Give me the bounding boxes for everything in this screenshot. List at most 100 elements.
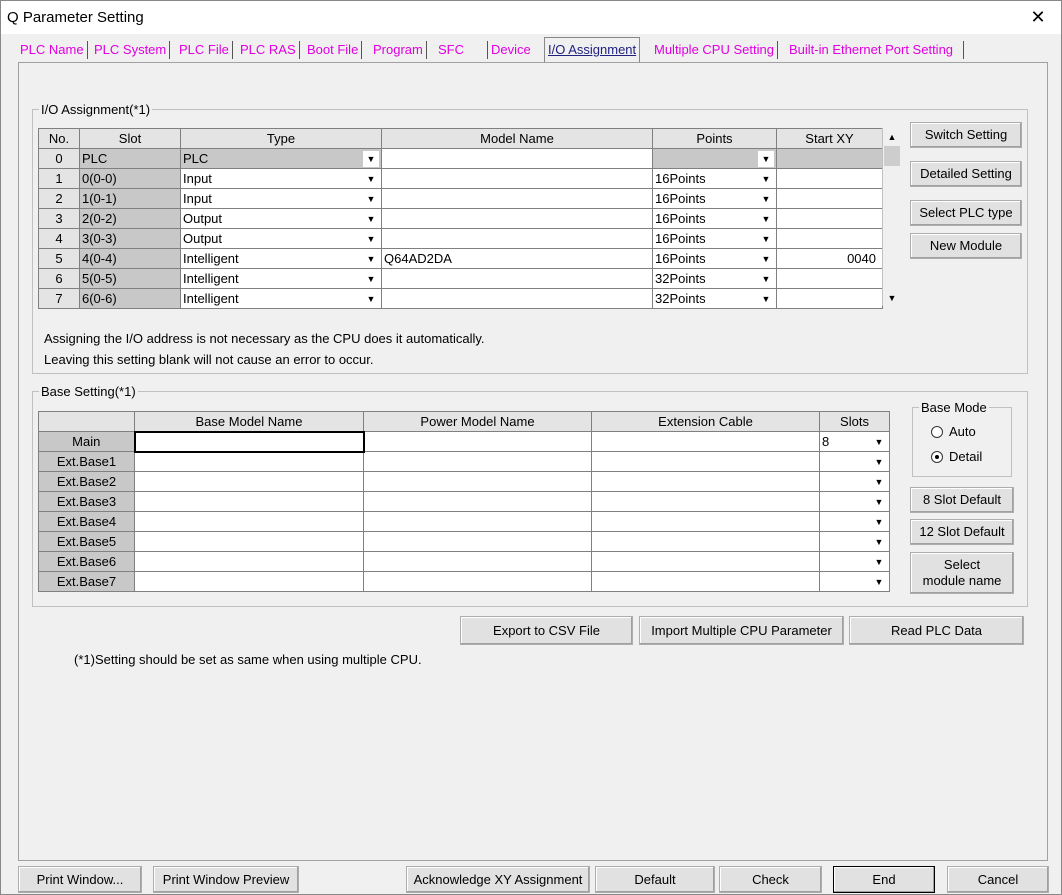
chevron-down-icon[interactable]: ▼ — [758, 291, 774, 307]
chevron-down-icon[interactable]: ▼ — [758, 231, 774, 247]
slots-select[interactable]: 8 ▼ — [819, 431, 890, 452]
chevron-down-icon[interactable]: ▼ — [871, 474, 887, 490]
import-multiple-cpu-button[interactable]: Import Multiple CPU Parameter — [639, 616, 844, 645]
start-xy-cell[interactable] — [776, 188, 883, 209]
detailed-setting-button[interactable]: Detailed Setting — [910, 161, 1022, 187]
base-model-cell[interactable] — [134, 491, 364, 512]
model-name-cell[interactable] — [381, 188, 653, 209]
switch-setting-button[interactable]: Switch Setting — [910, 122, 1022, 148]
points-select[interactable]: 16Points ▼ — [652, 208, 777, 229]
chevron-down-icon[interactable]: ▼ — [871, 494, 887, 510]
type-select[interactable]: Output ▼ — [180, 228, 382, 249]
chevron-down-icon[interactable]: ▼ — [871, 554, 887, 570]
model-name-cell[interactable] — [381, 148, 653, 169]
export-csv-button[interactable]: Export to CSV File — [460, 616, 633, 645]
chevron-down-icon[interactable]: ▼ — [363, 211, 379, 227]
extension-cable-cell[interactable] — [591, 511, 820, 532]
tab-sfc[interactable]: SFC — [435, 39, 488, 61]
tab-device[interactable]: Device — [488, 39, 534, 61]
base-model-cell[interactable] — [134, 531, 364, 552]
close-icon[interactable]: ✕ — [1030, 7, 1045, 28]
base-model-cell[interactable] — [134, 551, 364, 572]
model-name-cell[interactable]: Q64AD2DA — [381, 248, 653, 269]
model-name-cell[interactable] — [381, 288, 653, 309]
print-window-button[interactable]: Print Window... — [18, 866, 142, 893]
points-select[interactable]: ▼ — [652, 148, 777, 169]
power-model-cell[interactable] — [363, 551, 592, 572]
base-model-cell[interactable] — [134, 571, 364, 592]
read-plc-data-button[interactable]: Read PLC Data — [849, 616, 1024, 645]
check-button[interactable]: Check — [719, 866, 822, 893]
select-module-name-button[interactable]: Select module name — [910, 552, 1014, 594]
default-button[interactable]: Default — [595, 866, 715, 893]
model-name-cell[interactable] — [381, 168, 653, 189]
points-select[interactable]: 16Points ▼ — [652, 248, 777, 269]
chevron-down-icon[interactable]: ▼ — [758, 211, 774, 227]
chevron-down-icon[interactable]: ▼ — [758, 251, 774, 267]
type-select[interactable]: Input ▼ — [180, 168, 382, 189]
type-select[interactable]: Intelligent ▼ — [180, 288, 382, 309]
power-model-cell[interactable] — [363, 571, 592, 592]
io-table-scrollbar[interactable]: ▲ ▼ — [882, 128, 901, 306]
chevron-down-icon[interactable]: ▼ — [363, 151, 379, 167]
tab-multiple-cpu[interactable]: Multiple CPU Setting — [651, 39, 778, 61]
slots-select[interactable]: ▼ — [819, 531, 890, 552]
radio-selected-icon[interactable] — [931, 450, 943, 463]
start-xy-cell[interactable] — [776, 208, 883, 229]
tab-program[interactable]: Program — [370, 39, 427, 61]
chevron-down-icon[interactable]: ▼ — [871, 514, 887, 530]
type-select[interactable]: Intelligent ▼ — [180, 268, 382, 289]
slots-select[interactable]: ▼ — [819, 491, 890, 512]
start-xy-cell[interactable] — [776, 288, 883, 309]
tab-plc-system[interactable]: PLC System — [91, 39, 171, 61]
power-model-cell[interactable] — [363, 431, 592, 452]
extension-cable-cell[interactable] — [591, 551, 820, 572]
base-mode-auto-radio[interactable]: Auto — [931, 424, 976, 439]
8-slot-default-button[interactable]: 8 Slot Default — [910, 487, 1014, 513]
12-slot-default-button[interactable]: 12 Slot Default — [910, 519, 1014, 545]
points-select[interactable]: 16Points ▼ — [652, 188, 777, 209]
base-model-cell[interactable] — [133, 430, 365, 453]
power-model-cell[interactable] — [363, 451, 592, 472]
chevron-down-icon[interactable]: ▼ — [871, 454, 887, 470]
tab-io-assignment[interactable]: I/O Assignment — [544, 37, 641, 62]
tab-boot-file[interactable]: Boot File — [304, 39, 363, 61]
tab-plc-file[interactable]: PLC File — [176, 39, 233, 61]
scroll-up-icon[interactable]: ▲ — [883, 128, 901, 145]
extension-cable-cell[interactable] — [591, 571, 820, 592]
points-select[interactable]: 32Points ▼ — [652, 268, 777, 289]
model-name-cell[interactable] — [381, 208, 653, 229]
model-name-cell[interactable] — [381, 268, 653, 289]
power-model-cell[interactable] — [363, 491, 592, 512]
chevron-down-icon[interactable]: ▼ — [363, 291, 379, 307]
model-name-cell[interactable] — [381, 228, 653, 249]
base-mode-detail-radio[interactable]: Detail — [931, 449, 982, 464]
chevron-down-icon[interactable]: ▼ — [363, 251, 379, 267]
power-model-cell[interactable] — [363, 471, 592, 492]
power-model-cell[interactable] — [363, 511, 592, 532]
chevron-down-icon[interactable]: ▼ — [758, 191, 774, 207]
chevron-down-icon[interactable]: ▼ — [363, 171, 379, 187]
start-xy-cell[interactable] — [776, 228, 883, 249]
tab-plc-name[interactable]: PLC Name — [17, 39, 88, 61]
base-model-cell[interactable] — [134, 471, 364, 492]
chevron-down-icon[interactable]: ▼ — [871, 574, 887, 590]
start-xy-cell[interactable] — [776, 268, 883, 289]
scroll-thumb[interactable] — [884, 146, 900, 166]
chevron-down-icon[interactable]: ▼ — [363, 271, 379, 287]
acknowledge-xy-button[interactable]: Acknowledge XY Assignment — [406, 866, 590, 893]
type-select[interactable]: Output ▼ — [180, 208, 382, 229]
base-model-cell[interactable] — [134, 451, 364, 472]
points-select[interactable]: 16Points ▼ — [652, 228, 777, 249]
points-select[interactable]: 16Points ▼ — [652, 168, 777, 189]
select-plc-type-button[interactable]: Select PLC type — [910, 200, 1022, 226]
slots-select[interactable]: ▼ — [819, 451, 890, 472]
type-select[interactable]: Intelligent ▼ — [180, 248, 382, 269]
extension-cable-cell[interactable] — [591, 491, 820, 512]
close-button[interactable]: ✕ — [1015, 1, 1061, 34]
scroll-down-icon[interactable]: ▼ — [883, 289, 901, 306]
slots-select[interactable]: ▼ — [819, 511, 890, 532]
slots-select[interactable]: ▼ — [819, 471, 890, 492]
points-select[interactable]: 32Points ▼ — [652, 288, 777, 309]
type-select[interactable]: Input ▼ — [180, 188, 382, 209]
